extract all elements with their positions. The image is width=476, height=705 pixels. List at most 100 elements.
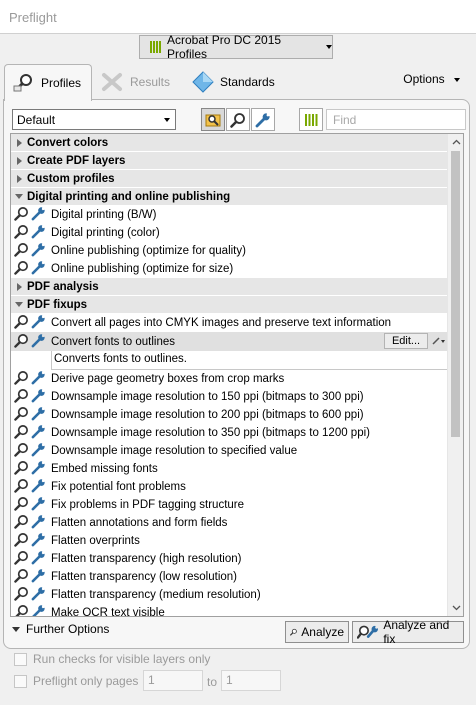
- wrench-icon: [31, 206, 46, 224]
- options-menu[interactable]: Options: [403, 72, 460, 86]
- profile-label: Digital printing (B/W): [51, 209, 157, 221]
- profile-row[interactable]: Flatten transparency (high resolution): [11, 550, 448, 568]
- profile-label: Flatten transparency (low resolution): [51, 571, 237, 583]
- vertical-scrollbar[interactable]: [447, 134, 463, 616]
- scroll-up-button[interactable]: [448, 134, 463, 150]
- category-row[interactable]: PDF fixups: [11, 296, 448, 314]
- magnifier-icon: [230, 112, 245, 128]
- page-from-field[interactable]: 1: [143, 670, 203, 691]
- profile-row[interactable]: Flatten annotations and form fields: [11, 514, 448, 532]
- further-options-toggle[interactable]: Further Options: [12, 622, 109, 636]
- magnifier-icon: [14, 242, 29, 260]
- wrench-icon: [31, 514, 46, 532]
- profile-row[interactable]: Make OCR text visible: [11, 604, 448, 616]
- category-row[interactable]: Create PDF layers: [11, 152, 448, 170]
- wrench-icon: [31, 460, 46, 478]
- category-row[interactable]: Custom profiles: [11, 170, 448, 188]
- analyze-button[interactable]: Analyze: [285, 621, 349, 643]
- profile-set-dropdown[interactable]: Acrobat Pro DC 2015 Profiles: [139, 33, 333, 61]
- profile-icons: [11, 224, 51, 242]
- profile-row[interactable]: Downsample image resolution to 350 ppi (…: [11, 424, 448, 442]
- profile-row[interactable]: Fix potential font problems: [11, 478, 448, 496]
- profile-row[interactable]: Flatten transparency (low resolution): [11, 568, 448, 586]
- magnifier-icon: [14, 568, 29, 586]
- to-label: to: [207, 675, 218, 689]
- chevron-up-icon: [452, 139, 460, 145]
- category-row[interactable]: PDF analysis: [11, 278, 448, 296]
- profile-filter-dropdown[interactable]: Default: [12, 109, 176, 130]
- wrench-icon: [31, 442, 46, 460]
- profile-row[interactable]: Flatten transparency (medium resolution): [11, 586, 448, 604]
- show-checks-button[interactable]: [226, 108, 250, 131]
- profile-row[interactable]: Derive page geometry boxes from crop mar…: [11, 370, 448, 388]
- profile-row[interactable]: Digital printing (B/W): [11, 206, 448, 224]
- analyze-and-fix-button[interactable]: Analyze and fix: [352, 618, 464, 646]
- category-row[interactable]: Digital printing and online publishing: [11, 188, 448, 206]
- diamond-icon: [192, 71, 214, 93]
- profile-label: Flatten annotations and form fields: [51, 517, 228, 529]
- profile-row[interactable]: Digital printing (color): [11, 224, 448, 242]
- wrench-icon: [31, 586, 46, 604]
- profile-row[interactable]: Online publishing (optimize for size): [11, 260, 448, 278]
- category-label: Custom profiles: [27, 172, 115, 185]
- category-row[interactable]: Convert colors: [11, 134, 448, 152]
- profile-label: Fix potential font problems: [51, 481, 186, 493]
- magnifier-icon: [14, 442, 29, 460]
- wrench-cross-icon: [100, 72, 124, 92]
- scroll-down-button[interactable]: [448, 600, 463, 616]
- wrench-icon: [31, 532, 46, 550]
- triangle-down-icon: [12, 626, 20, 632]
- find-input[interactable]: Find: [326, 109, 466, 130]
- profile-row[interactable]: Flatten overprints: [11, 532, 448, 550]
- profile-label: Downsample image resolution to specified…: [51, 445, 298, 457]
- profile-row[interactable]: Downsample image resolution to specified…: [11, 442, 448, 460]
- profile-filter-value: Default: [17, 113, 56, 127]
- tab-standards[interactable]: Standards: [192, 64, 275, 100]
- profile-label: Flatten transparency (high resolution): [51, 553, 242, 565]
- visible-layers-checkbox[interactable]: Run checks for visible layers only: [14, 652, 210, 666]
- profile-row[interactable]: Embed missing fonts: [11, 460, 448, 478]
- profile-description: Converts fonts to outlines.: [51, 351, 448, 370]
- wrench-icon: [255, 112, 270, 127]
- category-label: Convert colors: [27, 136, 109, 149]
- profile-icons: [11, 388, 51, 406]
- wrench-icon: [31, 333, 46, 351]
- fix-options-menu[interactable]: [430, 333, 447, 349]
- profiles-filter-icon: [205, 114, 221, 126]
- scrollbar-thumb[interactable]: [451, 151, 460, 437]
- page-to-field[interactable]: 1: [221, 670, 281, 691]
- profile-row[interactable]: Downsample image resolution to 200 ppi (…: [11, 406, 448, 424]
- magnifier-icon: [14, 206, 29, 224]
- profiles-list: Convert colors Create PDF layers Custom pr…: [10, 133, 464, 617]
- magnifier-icon: [14, 460, 29, 478]
- profile-row[interactable]: Online publishing (optimize for quality): [11, 242, 448, 260]
- profile-row[interactable]: Downsample image resolution to 150 ppi (…: [11, 388, 448, 406]
- wrench-icon: [31, 260, 46, 278]
- profile-label: Online publishing (optimize for size): [51, 263, 234, 275]
- magnifier-icon: [290, 628, 297, 636]
- chevron-down-icon: [164, 118, 170, 122]
- magnifier-icon: [14, 424, 29, 442]
- category-label: Digital printing and online publishing: [27, 190, 231, 203]
- show-fixups-button[interactable]: [251, 108, 275, 131]
- edit-button[interactable]: Edit...: [384, 333, 428, 349]
- tab-results[interactable]: Results: [100, 64, 170, 100]
- window-title: Preflight: [9, 10, 57, 25]
- profile-row[interactable]: Fix problems in PDF tagging structure: [11, 496, 448, 514]
- triangle-right-icon: [11, 156, 27, 165]
- profile-icons: [11, 532, 51, 550]
- selected-fixup-row[interactable]: Convert fonts to outlines Edit...: [11, 332, 448, 351]
- profile-row[interactable]: Convert all pages into CMYK images and p…: [11, 314, 448, 332]
- show-all-profiles-button[interactable]: [201, 108, 225, 131]
- profile-icons: [11, 604, 51, 616]
- profile-label: Fix problems in PDF tagging structure: [51, 499, 245, 511]
- tab-profiles[interactable]: Profiles: [4, 64, 92, 101]
- preflight-only-pages-checkbox[interactable]: Preflight only pages: [14, 674, 138, 688]
- category-label: PDF analysis: [27, 280, 99, 293]
- profile-set-label: Acrobat Pro DC 2015 Profiles: [167, 33, 282, 61]
- magnifier-icon: [14, 586, 29, 604]
- tab-results-label: Results: [130, 75, 171, 89]
- profile-label: Downsample image resolution to 150 ppi (…: [51, 391, 364, 403]
- analyze-label: Analyze: [301, 625, 344, 639]
- library-button[interactable]: [299, 108, 323, 131]
